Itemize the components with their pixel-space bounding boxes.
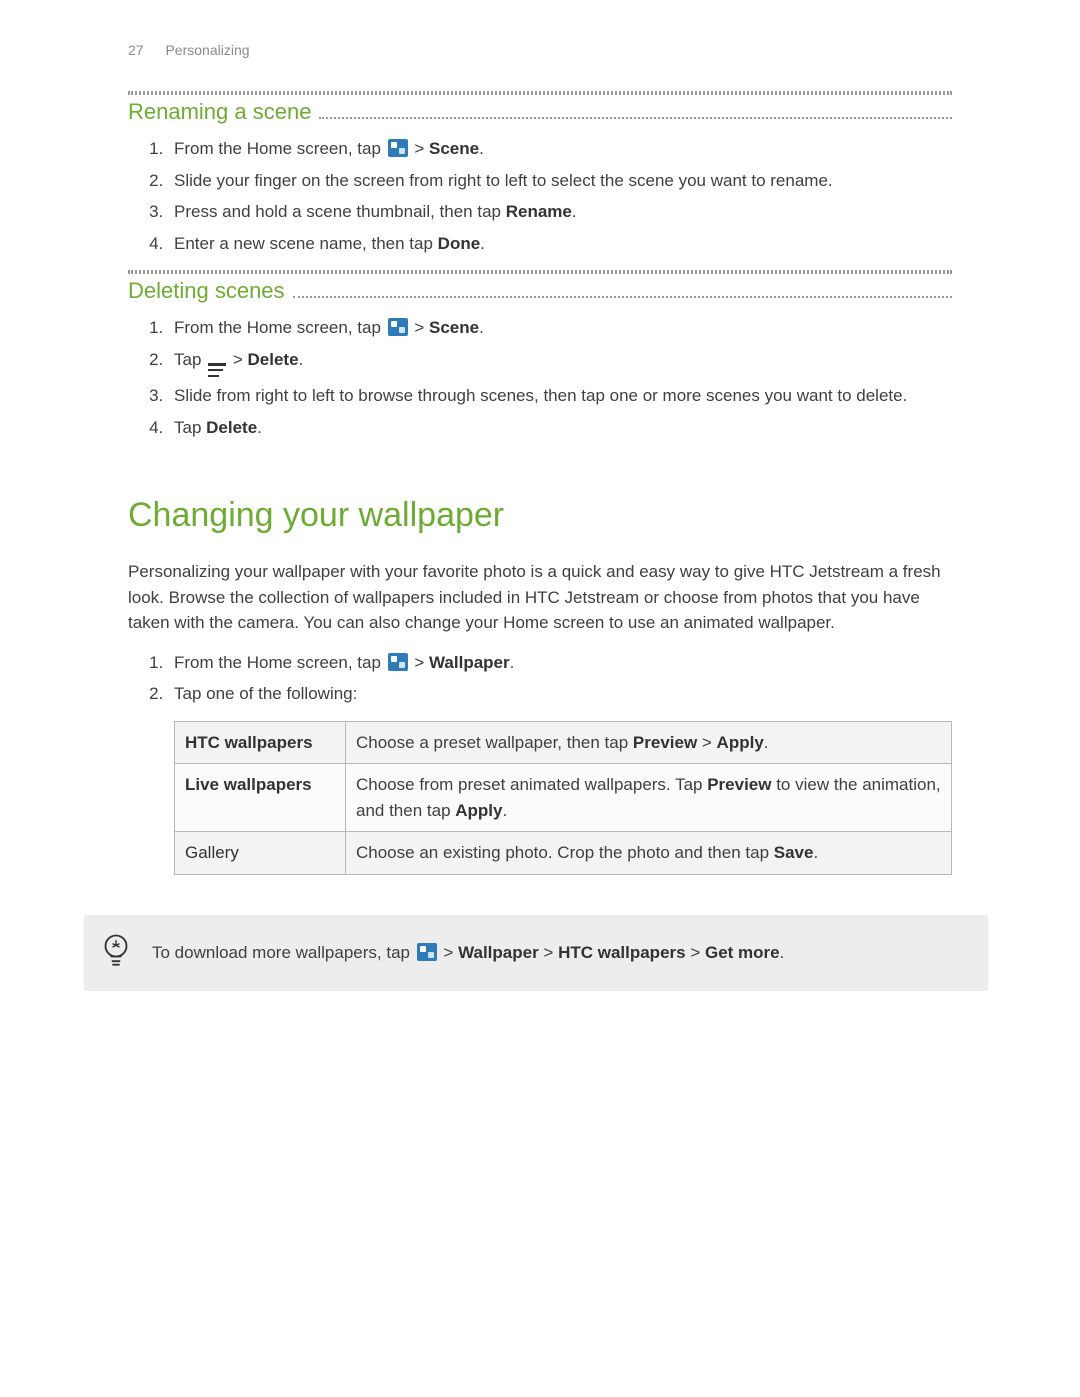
apps-icon	[388, 139, 408, 157]
apps-icon	[388, 318, 408, 336]
tip-sep: >	[439, 943, 458, 962]
list-item: Slide your finger on the screen from rig…	[168, 168, 952, 194]
table-cell-label: Live wallpapers	[175, 764, 346, 832]
wallpaper-table-wrap: HTC wallpapers Choose a preset wallpaper…	[128, 721, 952, 875]
dotted-rule	[319, 117, 952, 119]
lightbulb-icon	[102, 933, 130, 973]
step-end: .	[479, 139, 484, 158]
tip-text: To download more wallpapers, tap > Wallp…	[152, 940, 970, 966]
table-cell-desc: Choose a preset wallpaper, then tap Prev…	[346, 721, 952, 764]
step-text: Slide from right to left to browse throu…	[174, 386, 907, 405]
cell-text: Choose an existing photo. Crop the photo…	[356, 843, 774, 862]
step-text: From the Home screen, tap	[174, 653, 386, 672]
step-end: .	[572, 202, 577, 221]
cell-bold: Apply	[717, 733, 764, 752]
page-number: 27	[128, 40, 144, 61]
list-item: Press and hold a scene thumbnail, then t…	[168, 199, 952, 225]
cell-end: .	[503, 801, 508, 820]
step-text: Press and hold a scene thumbnail, then t…	[174, 202, 506, 221]
tip-sep: >	[686, 943, 705, 962]
tip-bold: Wallpaper	[458, 943, 539, 962]
cell-text: Choose a preset wallpaper, then tap	[356, 733, 633, 752]
step-sep: >	[410, 139, 429, 158]
subheading-deleting: Deleting scenes	[128, 274, 293, 307]
subheading-row: Deleting scenes	[128, 274, 952, 307]
section-name: Personalizing	[165, 42, 249, 58]
cell-bold: Save	[774, 843, 814, 862]
list-item: Slide from right to left to browse throu…	[168, 383, 952, 409]
heading-wallpaper: Changing your wallpaper	[128, 490, 952, 541]
table-row: HTC wallpapers Choose a preset wallpaper…	[175, 721, 952, 764]
cell-end: .	[764, 733, 769, 752]
table-cell-label: HTC wallpapers	[175, 721, 346, 764]
step-bold: Wallpaper	[429, 653, 510, 672]
step-bold: Delete	[206, 418, 257, 437]
list-item: Enter a new scene name, then tap Done.	[168, 231, 952, 257]
apps-icon	[388, 653, 408, 671]
step-text: Slide your finger on the screen from rig…	[174, 171, 833, 190]
tip-bold: Get more	[705, 943, 780, 962]
step-sep: >	[410, 318, 429, 337]
step-end: .	[299, 350, 304, 369]
step-sep: >	[410, 653, 429, 672]
tip-pre: To download more wallpapers, tap	[152, 943, 415, 962]
step-text: Tap	[174, 350, 206, 369]
table-row: Gallery Choose an existing photo. Crop t…	[175, 832, 952, 875]
list-item: Tap one of the following:	[168, 681, 952, 707]
table-cell-desc: Choose from preset animated wallpapers. …	[346, 764, 952, 832]
step-text: Tap one of the following:	[174, 684, 357, 703]
step-bold: Scene	[429, 139, 479, 158]
step-bold: Scene	[429, 318, 479, 337]
cell-sep: >	[697, 733, 716, 752]
steps-wallpaper: From the Home screen, tap > Wallpaper. T…	[128, 650, 952, 707]
list-item: Tap Delete.	[168, 415, 952, 441]
list-item: From the Home screen, tap > Scene.	[168, 315, 952, 341]
step-bold: Delete	[248, 350, 299, 369]
apps-icon	[417, 943, 437, 961]
page-header: 27 Personalizing	[128, 40, 952, 61]
cell-text: Choose from preset animated wallpapers. …	[356, 775, 707, 794]
steps-deleting: From the Home screen, tap > Scene. Tap >…	[128, 315, 952, 440]
step-sep: >	[228, 350, 247, 369]
step-bold: Rename	[506, 202, 572, 221]
step-text: From the Home screen, tap	[174, 139, 386, 158]
list-item: From the Home screen, tap > Scene.	[168, 136, 952, 162]
step-end: .	[479, 318, 484, 337]
table-cell-label: Gallery	[175, 832, 346, 875]
step-end: .	[510, 653, 515, 672]
step-text: From the Home screen, tap	[174, 318, 386, 337]
table-cell-desc: Choose an existing photo. Crop the photo…	[346, 832, 952, 875]
table-row: Live wallpapers Choose from preset anima…	[175, 764, 952, 832]
steps-renaming: From the Home screen, tap > Scene. Slide…	[128, 136, 952, 256]
step-bold: Done	[438, 234, 481, 253]
tip-sep: >	[539, 943, 558, 962]
list-item: Tap > Delete.	[168, 347, 952, 378]
list-item: From the Home screen, tap > Wallpaper.	[168, 650, 952, 676]
dotted-rule	[293, 296, 952, 298]
step-end: .	[480, 234, 485, 253]
tip-box: To download more wallpapers, tap > Wallp…	[84, 915, 988, 991]
step-text: Enter a new scene name, then tap	[174, 234, 438, 253]
cell-bold: Preview	[633, 733, 697, 752]
intro-paragraph: Personalizing your wallpaper with your f…	[128, 559, 952, 636]
tip-end: .	[780, 943, 785, 962]
wallpaper-options-table: HTC wallpapers Choose a preset wallpaper…	[174, 721, 952, 875]
subheading-renaming: Renaming a scene	[128, 95, 319, 128]
step-end: .	[257, 418, 262, 437]
cell-bold: Preview	[707, 775, 771, 794]
menu-icon	[208, 363, 226, 377]
document-page: 27 Personalizing Renaming a scene From t…	[0, 0, 1080, 1397]
tip-bold: HTC wallpapers	[558, 943, 686, 962]
cell-end: .	[813, 843, 818, 862]
step-text: Tap	[174, 418, 206, 437]
cell-bold: Apply	[455, 801, 502, 820]
subheading-row: Renaming a scene	[128, 95, 952, 128]
